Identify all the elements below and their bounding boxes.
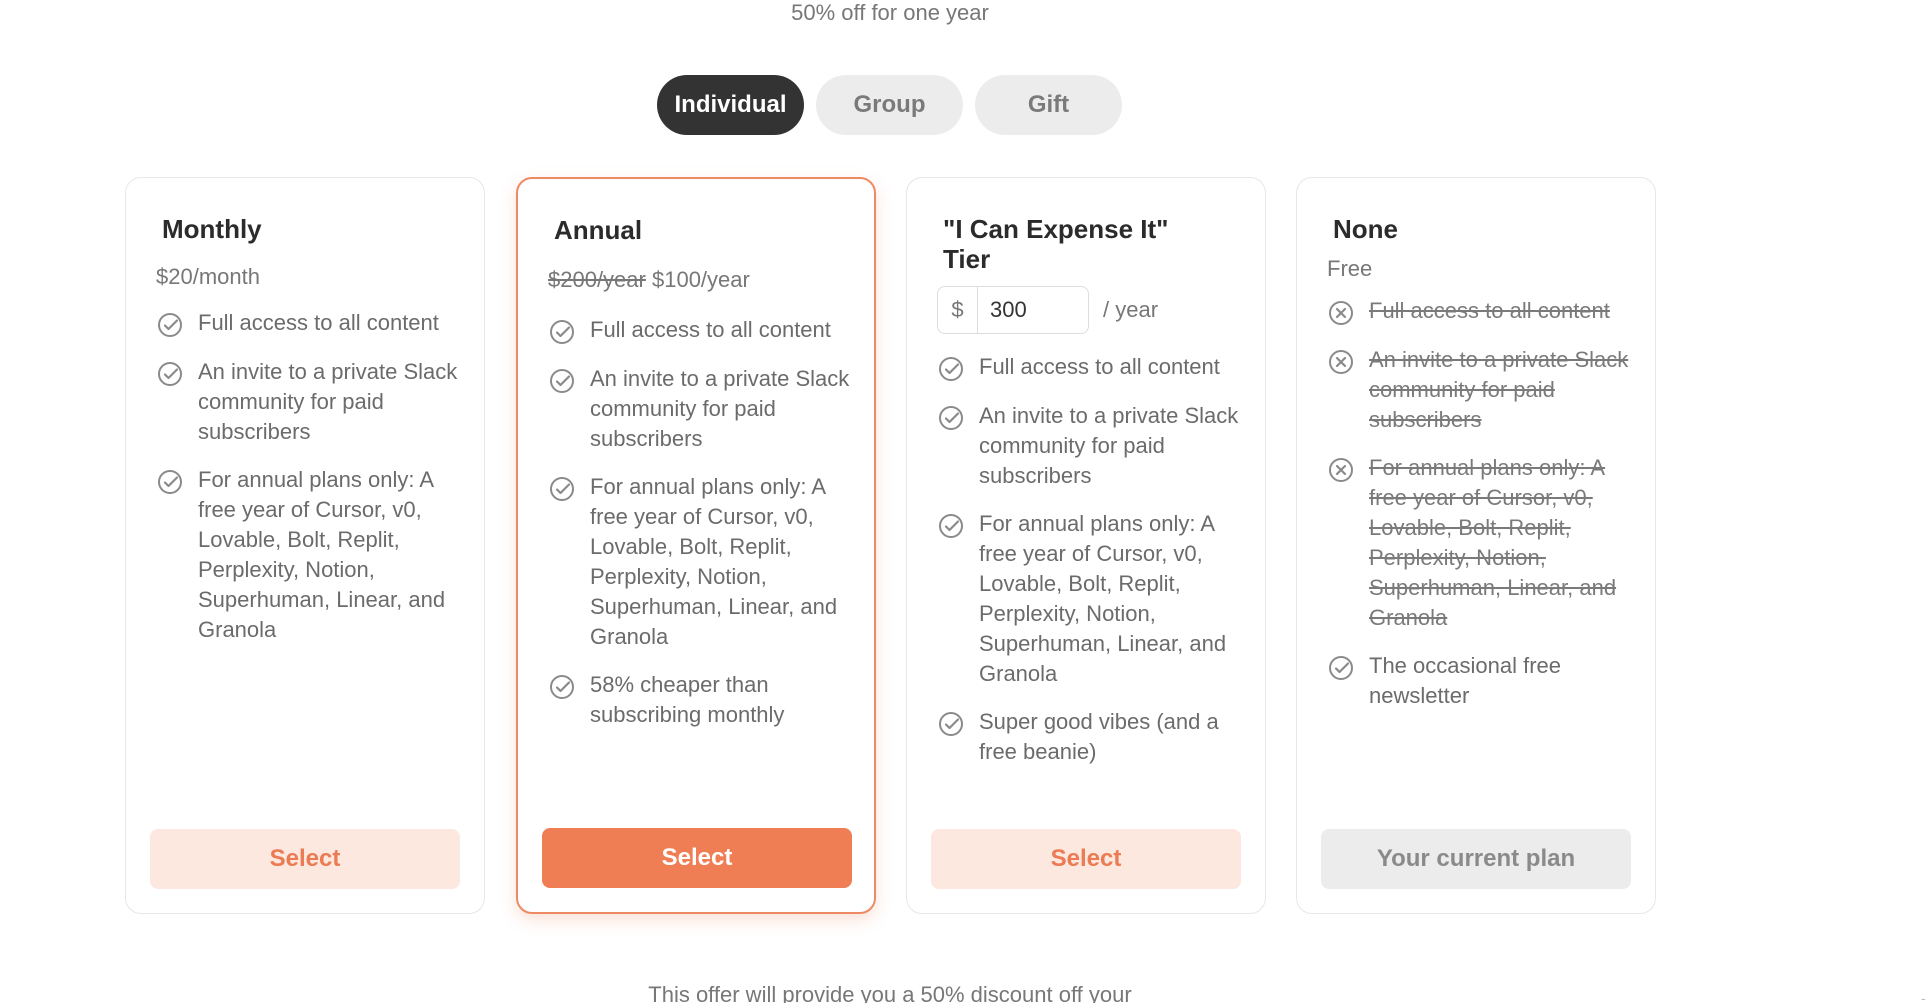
plan-price: $200/year $100/year xyxy=(542,267,850,293)
price-period: / year xyxy=(1103,297,1159,322)
custom-price-field: $ xyxy=(937,286,1089,334)
plan-price: $20/month xyxy=(156,264,260,289)
feature-item: For annual plans only: A free year of Cu… xyxy=(1327,453,1631,633)
feature-text: For annual plans only: A free year of Cu… xyxy=(198,467,446,642)
plan-price: Free xyxy=(1327,256,1373,281)
discounted-price: $100/year xyxy=(651,267,750,292)
plan-name: None xyxy=(1333,214,1398,244)
check-circle-icon xyxy=(156,360,184,388)
feature-text: An invite to a private Slack community f… xyxy=(590,366,850,451)
feature-item: An invite to a private Slack community f… xyxy=(548,364,850,454)
custom-price-row: $ / year xyxy=(931,286,1241,334)
feature-list: Full access to all content An invite to … xyxy=(1321,296,1631,711)
feature-item: An invite to a private Slack community f… xyxy=(937,401,1241,491)
feature-item: Full access to all content xyxy=(548,315,850,346)
check-circle-icon xyxy=(548,673,576,701)
check-circle-icon xyxy=(548,367,576,395)
feature-item: Full access to all content xyxy=(156,308,460,339)
select-monthly-button[interactable]: Select xyxy=(150,829,460,889)
scroll-edge-mark: - xyxy=(1921,990,1926,1003)
feature-text: For annual plans only: A free year of Cu… xyxy=(1369,455,1617,630)
select-annual-button[interactable]: Select xyxy=(542,828,852,888)
feature-text: An invite to a private Slack community f… xyxy=(198,359,458,444)
feature-list: Full access to all content An invite to … xyxy=(542,315,850,730)
check-circle-icon xyxy=(937,710,965,738)
feature-text: Full access to all content xyxy=(590,317,831,342)
feature-item: An invite to a private Slack community f… xyxy=(156,357,460,447)
feature-text: For annual plans only: A free year of Cu… xyxy=(590,474,838,649)
offer-footer-text: This offer will provide you a 50% discou… xyxy=(648,982,1132,1003)
tab-group[interactable]: Group xyxy=(816,75,963,135)
plan-card-none: None Free Full access to all content An … xyxy=(1296,177,1656,914)
plan-name: "I Can Expense It" Tier xyxy=(943,214,1169,274)
feature-list: Full access to all content An invite to … xyxy=(931,352,1241,767)
check-circle-icon xyxy=(1327,654,1355,682)
plan-card-monthly: Monthly $20/month Full access to all con… xyxy=(125,177,485,914)
original-price: $200/year xyxy=(548,267,646,292)
feature-item: For annual plans only: A free year of Cu… xyxy=(548,472,850,652)
tab-individual[interactable]: Individual xyxy=(657,75,804,135)
feature-text: Full access to all content xyxy=(198,310,439,335)
check-circle-icon xyxy=(548,475,576,503)
feature-item: The occasional free newsletter xyxy=(1327,651,1631,711)
feature-text: For annual plans only: A free year of Cu… xyxy=(979,511,1227,686)
feature-text: Super good vibes (and a free beanie) xyxy=(979,709,1219,764)
custom-price-input[interactable] xyxy=(978,287,1088,333)
plan-name: Monthly xyxy=(162,214,262,244)
plan-card-annual: Annual $200/year $100/year Full access t… xyxy=(516,177,876,914)
feature-item: For annual plans only: A free year of Cu… xyxy=(937,509,1241,689)
feature-item: For annual plans only: A free year of Cu… xyxy=(156,465,460,645)
x-circle-icon xyxy=(1327,348,1355,376)
x-circle-icon xyxy=(1327,456,1355,484)
x-circle-icon xyxy=(1327,299,1355,327)
check-circle-icon xyxy=(937,404,965,432)
select-expense-button[interactable]: Select xyxy=(931,829,1241,889)
plan-card-expense: "I Can Expense It" Tier $ / year Full ac… xyxy=(906,177,1266,914)
feature-text: Full access to all content xyxy=(979,354,1220,379)
check-circle-icon xyxy=(156,468,184,496)
feature-text: The occasional free newsletter xyxy=(1369,653,1561,708)
currency-symbol: $ xyxy=(938,287,978,333)
check-circle-icon xyxy=(937,512,965,540)
feature-item: Full access to all content xyxy=(1327,296,1631,327)
check-circle-icon xyxy=(548,318,576,346)
plan-type-toggle: Individual Group Gift xyxy=(657,75,1122,135)
tab-gift[interactable]: Gift xyxy=(975,75,1122,135)
feature-text: Full access to all content xyxy=(1369,298,1610,323)
feature-item: An invite to a private Slack community f… xyxy=(1327,345,1631,435)
check-circle-icon xyxy=(937,355,965,383)
offer-subtitle: 50% off for one year xyxy=(791,0,989,25)
feature-text: An invite to a private Slack community f… xyxy=(979,403,1239,488)
feature-list: Full access to all content An invite to … xyxy=(150,308,460,645)
feature-item: Full access to all content xyxy=(937,352,1241,383)
feature-text: An invite to a private Slack community f… xyxy=(1369,347,1629,432)
feature-item: Super good vibes (and a free beanie) xyxy=(937,707,1241,767)
plan-name: Annual xyxy=(554,215,643,245)
feature-item: 58% cheaper than subscribing monthly xyxy=(548,670,850,730)
check-circle-icon xyxy=(156,311,184,339)
current-plan-button[interactable]: Your current plan xyxy=(1321,829,1631,889)
feature-text: 58% cheaper than subscribing monthly xyxy=(590,672,785,727)
